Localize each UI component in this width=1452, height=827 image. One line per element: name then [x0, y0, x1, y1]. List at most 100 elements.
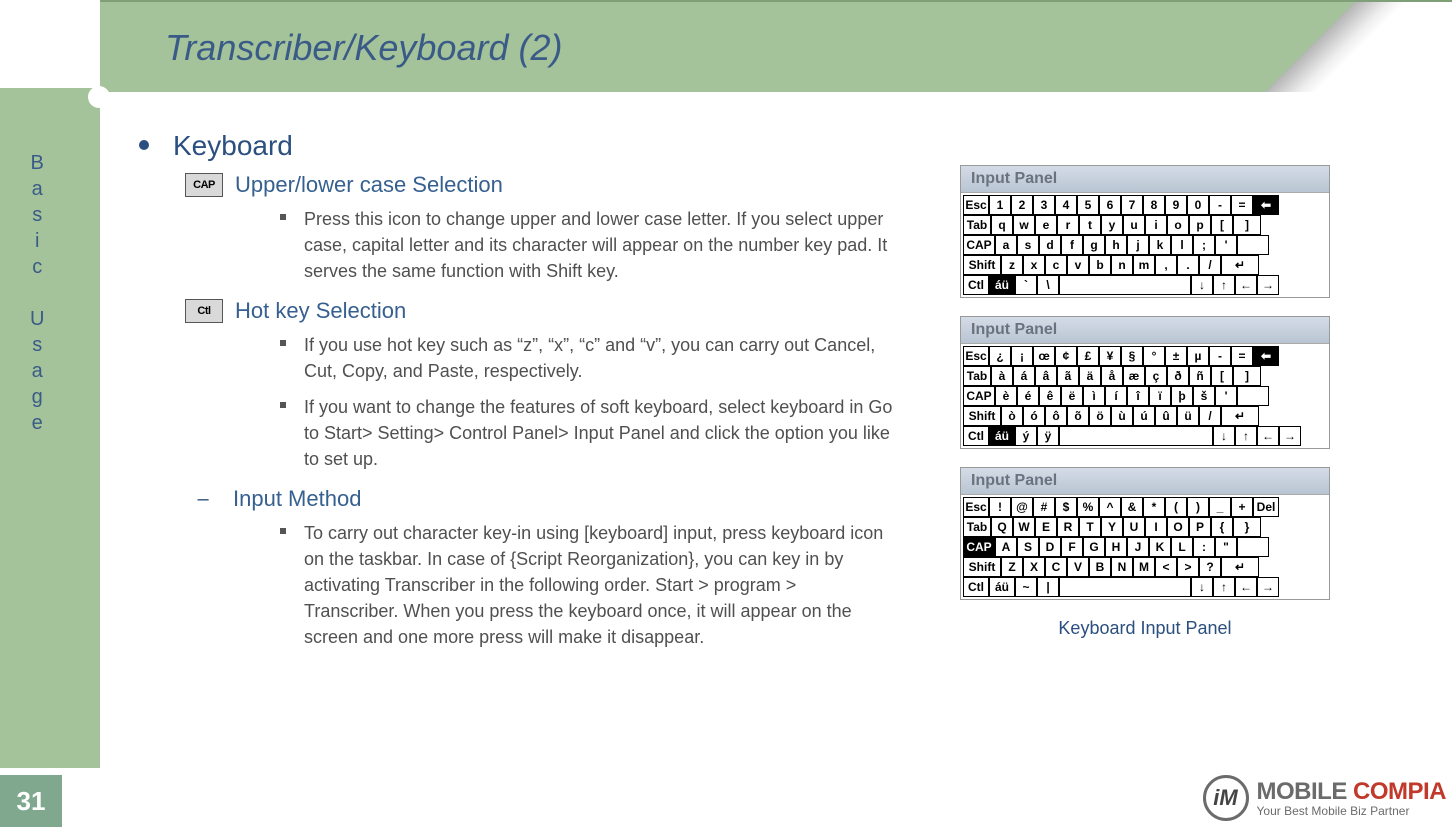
body-text: Press this icon to change upper and lowe…: [304, 206, 894, 284]
keyboard-row: Tabàáâãäåæçðñ[]: [963, 366, 1327, 386]
keyboard-row: Ctláü~|↓↑←→: [963, 577, 1327, 597]
key: (: [1165, 497, 1187, 517]
key: Esc: [963, 195, 989, 215]
section-input-method: – Input Method To carry out character ke…: [185, 486, 915, 650]
key: S: [1017, 537, 1039, 557]
key: $: [1055, 497, 1077, 517]
key: ↑: [1235, 426, 1257, 446]
key: !: [989, 497, 1011, 517]
key: ↵: [1221, 557, 1259, 577]
key: ö: [1089, 406, 1111, 426]
key: ←: [1257, 426, 1279, 446]
key: l: [1171, 235, 1193, 255]
key: ¿: [989, 346, 1011, 366]
input-panel-3: Input Panel Esc!@#$%^&*()_+DelTabQWERTYU…: [960, 467, 1330, 600]
title-banner: Transcriber/Keyboard (2): [100, 0, 1452, 92]
key: 8: [1143, 195, 1165, 215]
logo-badge-icon: iM: [1203, 775, 1249, 821]
key: ý: [1015, 426, 1037, 446]
key: µ: [1187, 346, 1209, 366]
key: ~: [1015, 577, 1037, 597]
key: Del: [1253, 497, 1279, 517]
main-content: Keyboard CAP Upper/lower case Selection …: [115, 130, 915, 664]
keyboard-row: TabQWERTYUIOP{}: [963, 517, 1327, 537]
key: ¡: [1011, 346, 1033, 366]
bullet-item: Press this icon to change upper and lowe…: [280, 206, 915, 284]
key: :: [1193, 537, 1215, 557]
cap-icon: CAP: [185, 173, 223, 197]
key: 5: [1077, 195, 1099, 215]
square-bullet-icon: [280, 340, 286, 346]
key: ': [1215, 235, 1237, 255]
key: ↵: [1221, 255, 1259, 275]
key: ↵: [1221, 406, 1259, 426]
keyboard-row: Shiftòóôõöùúûü/↵: [963, 406, 1327, 426]
logo-word2: COMPIA: [1353, 778, 1446, 805]
key: <: [1155, 557, 1177, 577]
sidebar: [0, 88, 100, 768]
key: A: [995, 537, 1017, 557]
dash-bullet-icon: –: [185, 488, 221, 511]
key: @: [1011, 497, 1033, 517]
keyboard-row: Esc1234567890-=⬅: [963, 195, 1327, 215]
key: [: [1211, 215, 1233, 235]
key: →: [1257, 577, 1279, 597]
key: ù: [1111, 406, 1133, 426]
key: ¢: [1055, 346, 1077, 366]
key: ]: [1233, 215, 1261, 235]
key: ↓: [1213, 426, 1235, 446]
page-number: 31: [0, 775, 62, 827]
key: ¥: [1099, 346, 1121, 366]
key: ï: [1149, 386, 1171, 406]
body-text: If you want to change the features of so…: [304, 394, 894, 472]
key: k: [1149, 235, 1171, 255]
key: `: [1015, 275, 1037, 295]
key: ü: [1177, 406, 1199, 426]
keyboard-row: Ctláüýÿ↓↑←→: [963, 426, 1327, 446]
key: y: [1101, 215, 1123, 235]
section-cap: CAP Upper/lower case Selection Press thi…: [185, 172, 915, 284]
key: %: [1077, 497, 1099, 517]
panel-title: Input Panel: [961, 166, 1329, 193]
key: Shift: [963, 557, 1001, 577]
key: →: [1257, 275, 1279, 295]
keyboard-row: Shiftzxcvbnm,./↵: [963, 255, 1327, 275]
key: Q: [991, 517, 1013, 537]
section-ctl: Ctl Hot key Selection If you use hot key…: [185, 298, 915, 472]
key: ,: [1155, 255, 1177, 275]
section-title: Hot key Selection: [235, 298, 406, 324]
key: /: [1199, 406, 1221, 426]
key: á: [1013, 366, 1035, 386]
key: h: [1105, 235, 1127, 255]
key: é: [1017, 386, 1039, 406]
key: œ: [1033, 346, 1055, 366]
key: R: [1057, 517, 1079, 537]
key: £: [1077, 346, 1099, 366]
key: F: [1061, 537, 1083, 557]
logo-line1: MOBILE COMPIA: [1257, 778, 1447, 806]
key: ð: [1167, 366, 1189, 386]
key: Ctl: [963, 426, 989, 446]
key: _: [1209, 497, 1231, 517]
key: T: [1079, 517, 1101, 537]
key: n: [1111, 255, 1133, 275]
key: 2: [1011, 195, 1033, 215]
keyboard-row: Ctláü`\↓↑←→: [963, 275, 1327, 295]
key: ã: [1057, 366, 1079, 386]
key: ): [1187, 497, 1209, 517]
bullet-item: If you want to change the features of so…: [280, 394, 915, 472]
key: .: [1177, 255, 1199, 275]
key: >: [1177, 557, 1199, 577]
key: W: [1013, 517, 1035, 537]
key: *: [1143, 497, 1165, 517]
key: þ: [1171, 386, 1193, 406]
key: 0: [1187, 195, 1209, 215]
key: ä: [1079, 366, 1101, 386]
key: -: [1209, 195, 1231, 215]
key: b: [1089, 255, 1111, 275]
key: ë: [1061, 386, 1083, 406]
key: ⬅: [1253, 195, 1279, 215]
key: X: [1023, 557, 1045, 577]
key: ÿ: [1037, 426, 1059, 446]
key: [1059, 577, 1191, 597]
